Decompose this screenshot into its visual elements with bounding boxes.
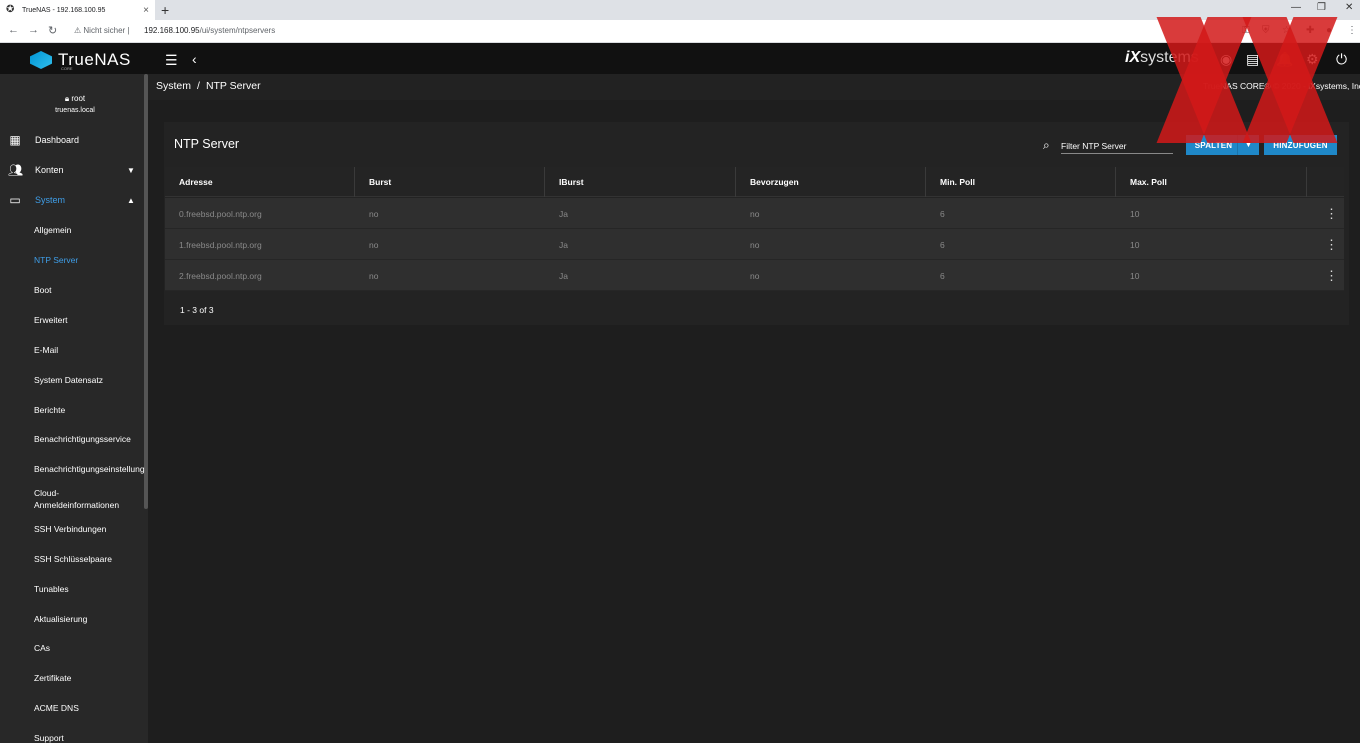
breadcrumb: System / NTP Server — [156, 80, 261, 92]
sidebar-item-cloud-line2[interactable]: Anmeldeinformationen — [34, 500, 119, 510]
row-actions-icon[interactable]: ⋮ — [1325, 229, 1338, 260]
table-row[interactable]: 1.freebsd.pool.ntp.org no Ja no 6 10 ⋮ — [165, 229, 1344, 260]
column-header-bevorzugen[interactable]: Bevorzugen — [736, 167, 926, 197]
cell-min-poll: 6 — [940, 208, 945, 219]
sidebar-item-benachrichtigungsservice[interactable]: Benachrichtigungsservice — [34, 434, 131, 444]
truenas-favicon-icon: ✪ — [6, 4, 15, 15]
laptop-icon: ▭ — [9, 193, 21, 207]
sidebar-item-erweitert[interactable]: Erweitert — [34, 315, 68, 325]
sidebar-item-ntp-server[interactable]: NTP Server — [34, 255, 78, 265]
address-bar: ← → ↻ ⚠ Nicht sicher | 192.168.100.95/ui… — [0, 20, 1360, 43]
cell-bevorzugen: no — [750, 270, 760, 281]
url-field[interactable]: 192.168.100.95/ui/system/ntpservers — [144, 26, 275, 35]
minimize-icon[interactable]: — — [1291, 2, 1301, 13]
sidebar-item-tunables[interactable]: Tunables — [34, 584, 69, 594]
row-actions-icon[interactable]: ⋮ — [1325, 260, 1338, 291]
sidebar-item-acme-dns[interactable]: ACME DNS — [34, 703, 79, 713]
sidebar-item-cas[interactable]: CAs — [34, 643, 50, 653]
tab-close-icon[interactable]: × — [143, 5, 149, 16]
column-header-iburst[interactable]: IBurst — [545, 167, 736, 197]
hamburger-menu-icon[interactable]: ☰ — [165, 52, 178, 69]
row-actions-icon[interactable]: ⋮ — [1325, 198, 1338, 229]
cell-max-poll: 10 — [1130, 270, 1140, 281]
cell-burst: no — [369, 208, 379, 219]
security-label: Nicht sicher — [83, 26, 126, 35]
card-title: NTP Server — [174, 137, 240, 151]
user-name: root — [71, 94, 86, 103]
sidebar-item-konten[interactable]: 👥︎ Konten ▼ — [0, 158, 148, 182]
sidebar-item-benachrichtigungseinstellung[interactable]: Benachrichtigungseinstellung — [34, 464, 145, 474]
caret-up-icon: ▲ — [127, 195, 135, 205]
breadcrumb-ntp-server: NTP Server — [205, 80, 261, 92]
cell-adresse: 1.freebsd.pool.ntp.org — [179, 239, 262, 250]
table-row[interactable]: 0.freebsd.pool.ntp.org no Ja no 6 10 ⋮ — [165, 198, 1344, 229]
cell-min-poll: 6 — [940, 239, 945, 250]
sidebar-item-label: Dashboard — [35, 135, 80, 145]
sidebar-item-label: System — [35, 195, 66, 205]
column-header-burst[interactable]: Burst — [355, 167, 545, 197]
back-icon[interactable]: ← — [8, 24, 19, 36]
power-icon[interactable]: ⏻ — [1336, 51, 1347, 68]
cell-adresse: 0.freebsd.pool.ntp.org — [179, 208, 262, 219]
user-info: 🔒︎ root truenas.local — [40, 94, 110, 114]
sidebar-item-dashboard[interactable]: ▦ Dashboard — [0, 128, 148, 152]
collapse-sidebar-icon[interactable]: ‹ — [192, 51, 197, 67]
sidebar-item-label: Konten — [35, 165, 64, 175]
url-host: 192.168.100.95 — [144, 26, 200, 35]
forward-icon[interactable]: → — [28, 24, 39, 36]
truenas-logo[interactable]: TrueNAS CORE — [30, 50, 131, 71]
sidebar-item-zertifikate[interactable]: Zertifikate — [34, 673, 71, 683]
cell-bevorzugen: no — [750, 239, 760, 250]
cell-max-poll: 10 — [1130, 208, 1140, 219]
column-header-max-poll[interactable]: Max. Poll — [1116, 167, 1307, 197]
sidebar-item-aktualisierung[interactable]: Aktualisierung — [34, 614, 87, 624]
sidebar-item-system-datensatz[interactable]: System Datensatz — [34, 375, 103, 385]
cell-adresse: 2.freebsd.pool.ntp.org — [179, 270, 262, 281]
cell-burst: no — [369, 270, 379, 281]
cell-max-poll: 10 — [1130, 239, 1140, 250]
browser-menu-icon[interactable]: ⋮ — [1347, 25, 1357, 36]
window-close-icon[interactable]: ✕ — [1345, 2, 1353, 13]
ix-logo-mark: iX — [1125, 49, 1141, 66]
table-header: Adresse Burst IBurst Bevorzugen Min. Pol… — [165, 167, 1344, 197]
new-tab-button[interactable]: + — [161, 2, 169, 18]
user-host: truenas.local — [55, 107, 95, 114]
sidebar-item-email[interactable]: E-Mail — [34, 345, 58, 355]
restore-icon[interactable]: ❐ — [1317, 2, 1326, 13]
security-indicator[interactable]: ⚠ Nicht sicher | — [74, 26, 130, 35]
url-path: /ui/system/ntpservers — [199, 26, 276, 35]
breadcrumb-separator: / — [197, 80, 200, 92]
breadcrumb-system[interactable]: System — [156, 80, 191, 92]
sidebar-item-support[interactable]: Support — [34, 733, 64, 743]
cell-burst: no — [369, 239, 379, 250]
sidebar-item-berichte[interactable]: Berichte — [34, 405, 65, 415]
sidebar-item-allgemein[interactable]: Allgemein — [34, 225, 71, 235]
logo-subtext: CORE — [61, 66, 73, 71]
tab-title: TrueNAS - 192.168.100.95 — [22, 6, 106, 14]
sidebar-item-boot[interactable]: Boot — [34, 285, 52, 295]
table-row[interactable]: 2.freebsd.pool.ntp.org no Ja no 6 10 ⋮ — [165, 260, 1344, 291]
people-icon: 👥︎ — [8, 163, 24, 177]
browser-tab[interactable]: ✪ TrueNAS - 192.168.100.95 × — [0, 0, 155, 20]
column-header-adresse[interactable]: Adresse — [165, 167, 355, 197]
column-header-min-poll[interactable]: Min. Poll — [926, 167, 1116, 197]
pagination-info: 1 - 3 of 3 — [180, 305, 214, 315]
cell-min-poll: 6 — [940, 270, 945, 281]
reload-icon[interactable]: ↻ — [48, 24, 57, 37]
lock-icon: 🔒︎ — [64, 94, 70, 103]
sidebar-item-ssh-schluesselpaare[interactable]: SSH Schlüsselpaare — [34, 554, 112, 564]
cell-bevorzugen: no — [750, 208, 760, 219]
caret-down-icon: ▼ — [127, 165, 135, 175]
sidebar-item-ssh-verbindungen[interactable]: SSH Verbindungen — [34, 524, 106, 534]
cell-iburst: Ja — [559, 208, 568, 219]
search-icon: ⌕ — [1043, 138, 1050, 152]
user-name-line: 🔒︎ root — [40, 94, 110, 104]
cell-iburst: Ja — [559, 239, 568, 250]
sidebar-item-cloud-line1[interactable]: Cloud- — [34, 488, 59, 498]
truenas-logo-icon — [30, 51, 52, 69]
sidebar-item-system[interactable]: ▭ System ▲ — [0, 188, 148, 212]
dashboard-icon: ▦ — [9, 133, 21, 147]
cell-iburst: Ja — [559, 270, 568, 281]
